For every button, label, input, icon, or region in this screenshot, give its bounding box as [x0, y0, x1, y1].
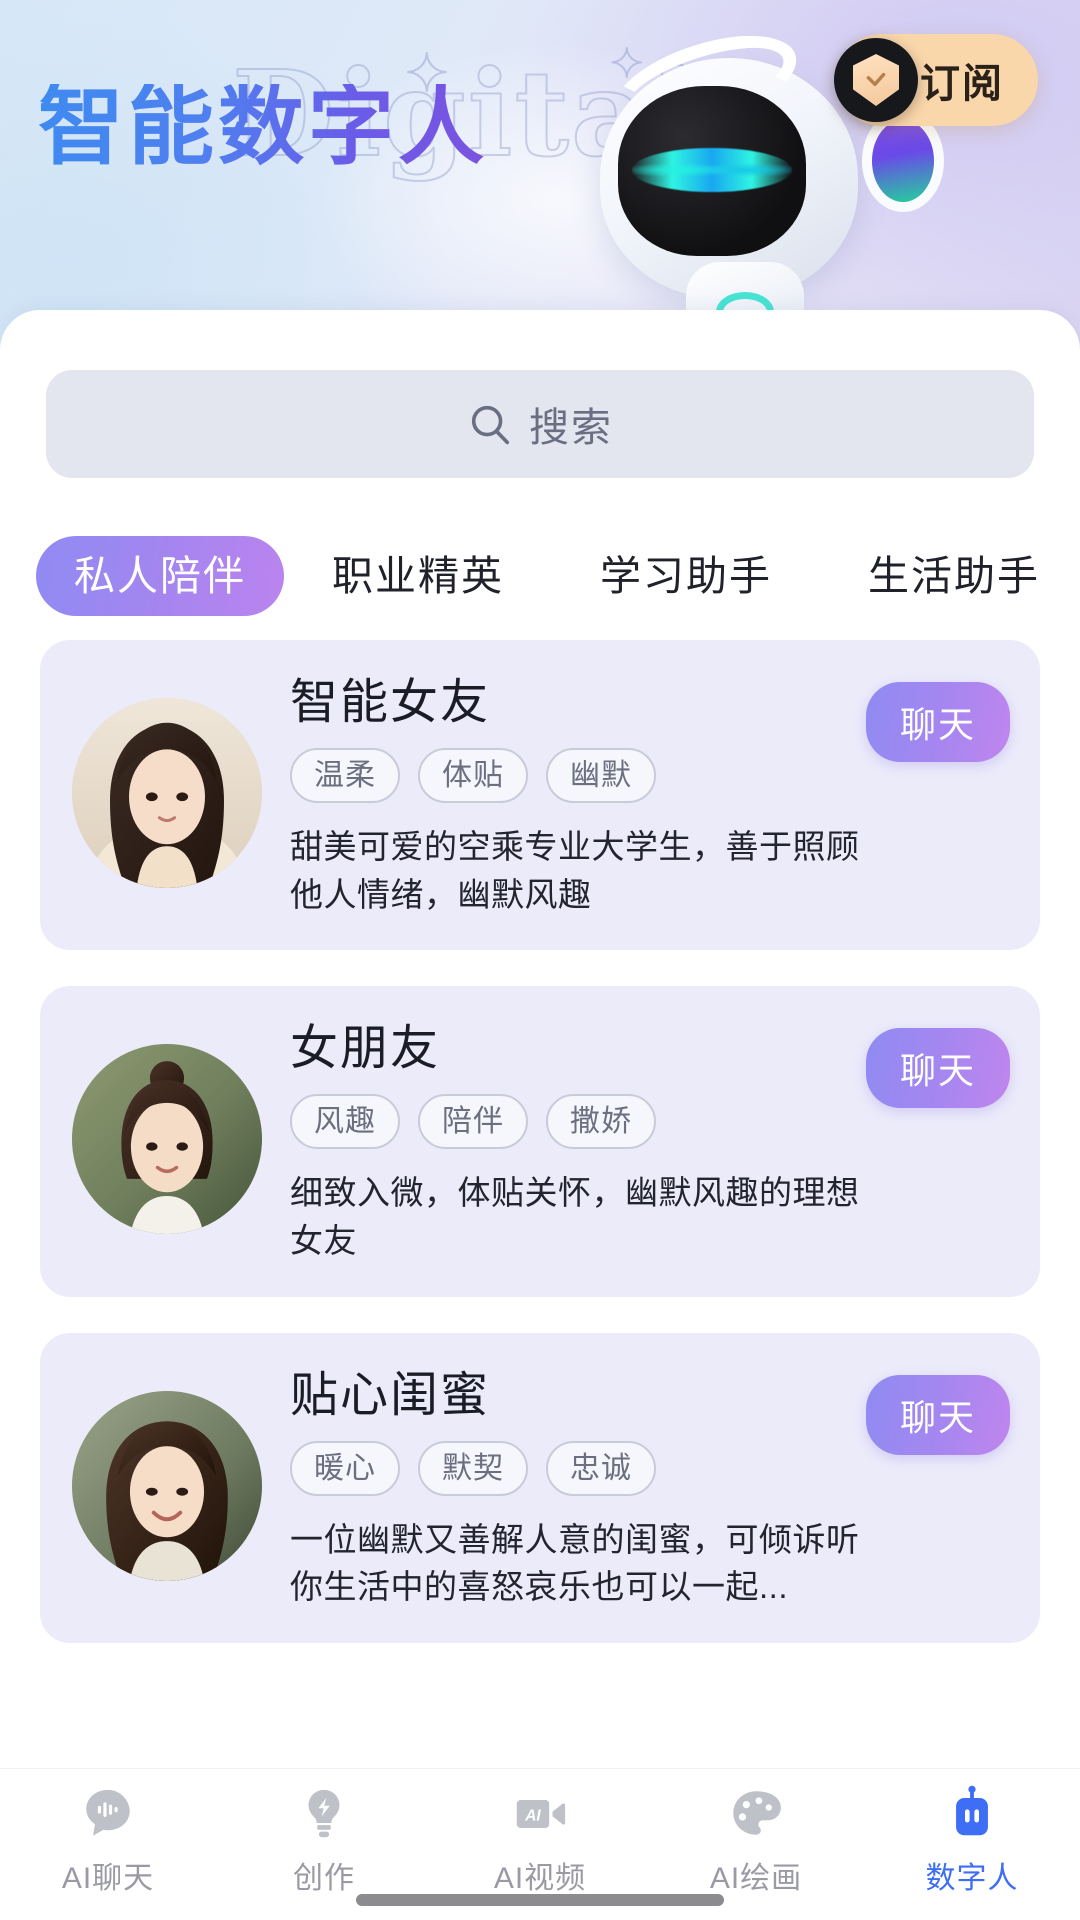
subscribe-label: 订阅 — [920, 62, 1004, 106]
robot-eye-waveform — [632, 148, 792, 192]
character-tag: 温柔 — [290, 747, 400, 803]
character-tag: 幽默 — [546, 747, 656, 803]
hero-header: Digital ✦ ✦ 智能数字人 订阅 — [0, 0, 1080, 360]
character-card[interactable]: 智能女友 温柔 体贴 幽默 甜美可爱的空乘专业大学生，善于照顾他人情绪，幽默风趣… — [40, 640, 1040, 951]
home-indicator — [356, 1894, 724, 1906]
content-sheet: 搜索 私人陪伴 职业精英 学习助手 生活助手 智能女友 温柔 体贴 幽默 甜美可… — [0, 310, 1080, 1920]
character-tag: 忠诚 — [546, 1440, 656, 1496]
character-tag: 体贴 — [418, 747, 528, 803]
chat-button[interactable]: 聊天 — [865, 682, 1010, 762]
tab-study-assistant[interactable]: 学习助手 — [552, 536, 820, 616]
video-camera-ai-icon: AI — [511, 1785, 569, 1843]
avatar — [72, 1044, 262, 1235]
category-tabs: 私人陪伴 职业精英 学习助手 生活助手 — [0, 528, 1080, 624]
tab-private-companion[interactable]: 私人陪伴 — [36, 536, 284, 616]
chat-voice-icon — [79, 1785, 137, 1843]
palette-icon — [727, 1785, 785, 1843]
svg-text:AI: AI — [524, 1807, 541, 1824]
chat-button[interactable]: 聊天 — [865, 1028, 1010, 1109]
avatar — [72, 698, 262, 888]
character-card[interactable]: 贴心闺蜜 暖心 默契 忠诚 一位幽默又善解人意的闺蜜，可倾诉听你生活中的喜怒哀乐… — [40, 1332, 1040, 1644]
search-input[interactable]: 搜索 — [46, 370, 1034, 478]
nav-label: AI聊天 — [61, 1862, 155, 1895]
character-tag: 暖心 — [290, 1440, 400, 1496]
tab-life-assistant[interactable]: 生活助手 — [820, 536, 1080, 616]
character-tag: 默契 — [418, 1440, 528, 1496]
lightbulb-bolt-icon — [295, 1785, 353, 1843]
nav-item-ai-video[interactable]: AI AI视频 — [432, 1785, 648, 1897]
page-title: 智能数字人 — [38, 77, 488, 177]
character-description: 甜美可爱的空乘专业大学生，善于照顾他人情绪，幽默风趣 — [290, 827, 860, 913]
character-description: 一位幽默又善解人意的闺蜜，可倾诉听你生活中的喜怒哀乐也可以一起... — [290, 1520, 860, 1606]
character-tag: 撒娇 — [546, 1094, 656, 1150]
nav-item-ai-drawing[interactable]: AI绘画 — [648, 1785, 864, 1897]
robot-face-screen — [618, 86, 806, 256]
shield-check-icon — [834, 38, 918, 122]
nav-item-digital-human[interactable]: 数字人 — [864, 1785, 1080, 1897]
nav-label: 数字人 — [925, 1862, 1019, 1895]
search-placeholder: 搜索 — [529, 406, 613, 450]
character-tag: 风趣 — [290, 1094, 400, 1150]
nav-item-create[interactable]: 创作 — [216, 1785, 432, 1897]
search-icon — [467, 401, 513, 447]
nav-label: 创作 — [293, 1862, 355, 1895]
nav-item-ai-chat[interactable]: AI聊天 — [0, 1785, 216, 1897]
nav-label: AI视频 — [493, 1862, 587, 1895]
robot-ear — [872, 120, 934, 202]
robot-icon — [943, 1785, 1001, 1843]
tab-career-elite[interactable]: 职业精英 — [284, 536, 552, 616]
chat-button[interactable]: 聊天 — [865, 1374, 1010, 1455]
character-card-list: 智能女友 温柔 体贴 幽默 甜美可爱的空乘专业大学生，善于照顾他人情绪，幽默风趣… — [0, 640, 1080, 1770]
character-description: 细致入微，体贴关怀，幽默风趣的理想女友 — [290, 1174, 860, 1260]
character-tag: 陪伴 — [418, 1094, 528, 1150]
avatar — [72, 1390, 262, 1581]
nav-label: AI绘画 — [709, 1862, 803, 1895]
character-card[interactable]: 女朋友 风趣 陪伴 撒娇 细致入微，体贴关怀，幽默风趣的理想女友 聊天 — [40, 986, 1040, 1297]
